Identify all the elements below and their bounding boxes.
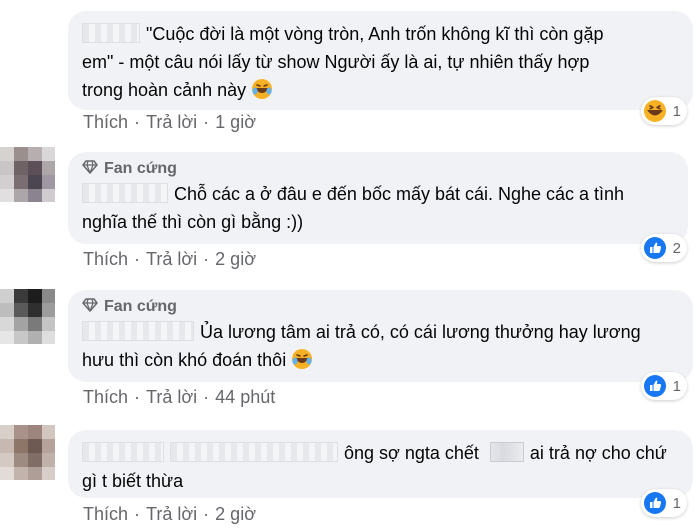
- redacted-username[interactable]: [82, 442, 164, 462]
- separator-dot: ·: [134, 387, 141, 407]
- comment-text: "Cuộc đời là một vòng tròn, Anh trốn khô…: [82, 20, 679, 108]
- separator-dot: ·: [203, 387, 210, 407]
- separator-dot: ·: [134, 112, 141, 132]
- top-fan-badge: Fan cứng: [82, 158, 674, 180]
- comment-bubble: Fan cứng Ủa lương tâm ai trả có, có cái …: [68, 290, 693, 382]
- comment-text: ông sợ ngta chết ai trả nợ cho chứ gì t …: [82, 442, 667, 491]
- comment-actions: Thích · Trả lời · 2 giờ: [83, 504, 256, 525]
- comment-bubble: "Cuộc đời là một vòng tròn, Anh trốn khô…: [68, 11, 693, 110]
- comment-actions: Thích · Trả lời · 1 giờ: [83, 112, 256, 133]
- reaction-summary[interactable]: 1: [640, 489, 687, 517]
- like-icon: [643, 491, 667, 515]
- reaction-count: 1: [672, 102, 681, 120]
- separator-dot: ·: [203, 504, 210, 524]
- diamond-icon: [82, 297, 98, 318]
- separator-dot: ·: [203, 249, 210, 269]
- like-link[interactable]: Thích: [83, 249, 128, 270]
- reaction-summary[interactable]: 1: [640, 97, 687, 125]
- comment-actions: Thích · Trả lời · 2 giờ: [83, 249, 256, 270]
- reply-link[interactable]: Trả lời: [146, 387, 197, 408]
- timestamp[interactable]: 44 phút: [215, 387, 275, 408]
- redacted-username[interactable]: [82, 183, 168, 203]
- timestamp[interactable]: 2 giờ: [215, 504, 256, 525]
- top-fan-badge: Fan cứng: [82, 296, 679, 318]
- reaction-summary[interactable]: 1: [640, 372, 687, 400]
- like-icon: [643, 236, 667, 260]
- avatar[interactable]: [0, 147, 55, 202]
- comment-bubble: ông sợ ngta chết ai trả nợ cho chứ gì t …: [68, 430, 693, 498]
- laughing-emoji-icon: [291, 348, 313, 378]
- haha-icon: [643, 99, 667, 123]
- diamond-icon: [82, 159, 98, 180]
- redacted-username[interactable]: [82, 321, 194, 341]
- comment-text: Chỗ các a ở đâu e đến bốc mấy bát cái. N…: [82, 183, 625, 232]
- badge-label: Fan cứng: [104, 298, 177, 315]
- reply-link[interactable]: Trả lời: [146, 249, 197, 270]
- reaction-summary[interactable]: 2: [640, 234, 687, 262]
- like-link[interactable]: Thích: [83, 504, 128, 525]
- like-icon: [643, 374, 667, 398]
- comment-bubble: Fan cứng Chỗ các a ở đâu e đến bốc mấy b…: [68, 152, 688, 244]
- laughing-emoji-icon: [251, 78, 273, 108]
- like-link[interactable]: Thích: [83, 112, 128, 133]
- reaction-count: 2: [672, 239, 681, 257]
- like-link[interactable]: Thích: [83, 387, 128, 408]
- badge-label: Fan cứng: [104, 160, 177, 177]
- separator-dot: ·: [134, 249, 141, 269]
- reply-link[interactable]: Trả lời: [146, 112, 197, 133]
- avatar[interactable]: [0, 425, 55, 480]
- reply-link[interactable]: Trả lời: [146, 504, 197, 525]
- redacted-fragment: [170, 442, 338, 462]
- reaction-count: 1: [672, 377, 681, 395]
- redacted-username[interactable]: [82, 23, 140, 43]
- timestamp[interactable]: 1 giờ: [215, 112, 256, 133]
- separator-dot: ·: [134, 504, 141, 524]
- comment-actions: Thích · Trả lời · 44 phút: [83, 387, 275, 408]
- redacted-fragment: [489, 442, 524, 462]
- reaction-count: 1: [672, 494, 681, 512]
- timestamp[interactable]: 2 giờ: [215, 249, 256, 270]
- comment-text: Ủa lương tâm ai trả có, có cái lương thư…: [82, 318, 679, 378]
- avatar[interactable]: [0, 289, 55, 344]
- separator-dot: ·: [203, 112, 210, 132]
